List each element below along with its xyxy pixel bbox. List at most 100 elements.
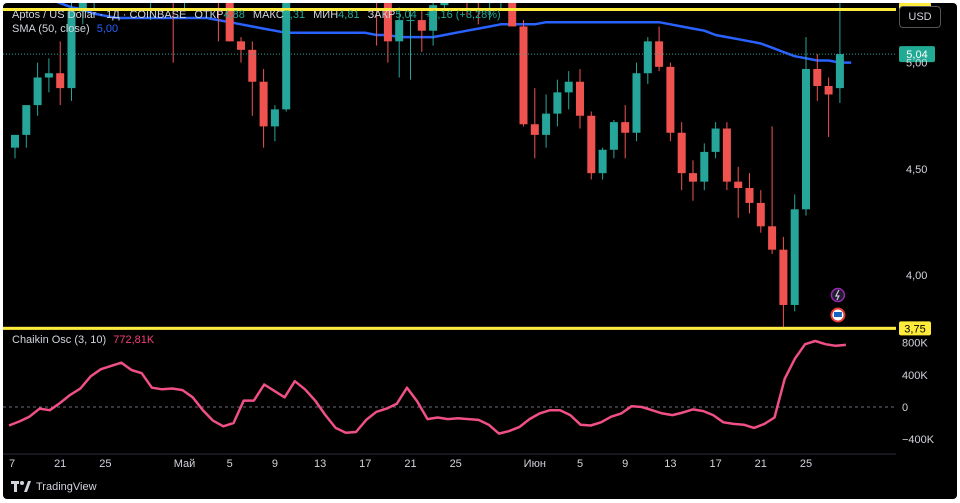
candle-body: [530, 124, 539, 135]
candle-body: [790, 209, 799, 305]
time-axis-tick-label: 25: [800, 458, 812, 470]
oscillator-axis-tick-label: 400K: [902, 370, 928, 382]
candle[interactable]: [248, 41, 257, 116]
candle-body: [722, 128, 731, 182]
candle[interactable]: [598, 147, 607, 180]
candle[interactable]: [11, 134, 19, 159]
candle-body: [519, 26, 528, 125]
price-axis-tick-label: 5,00: [906, 58, 927, 70]
price-axis-tick-label: 4,00: [906, 270, 927, 282]
candle[interactable]: [530, 88, 539, 159]
candle-body: [745, 188, 754, 203]
candle-body: [33, 77, 42, 106]
candle[interactable]: [587, 111, 596, 180]
time-axis-tick-label: 5: [577, 458, 583, 470]
candle[interactable]: [689, 160, 697, 201]
candle[interactable]: [835, 3, 844, 103]
time-axis-tick-label: 17: [359, 458, 371, 470]
candle-body: [22, 105, 31, 135]
lightning-event-icon[interactable]: [830, 287, 846, 303]
candle[interactable]: [609, 120, 618, 159]
candle[interactable]: [677, 122, 686, 191]
candle-body: [802, 68, 810, 210]
candle[interactable]: [576, 68, 584, 129]
candle[interactable]: [259, 68, 268, 148]
candle-body: [508, 3, 517, 27]
candle[interactable]: [722, 122, 731, 191]
candle-body: [395, 20, 404, 42]
candle[interactable]: [666, 62, 675, 142]
time-axis-tick-label: Июн: [524, 458, 546, 470]
time-axis-tick-label: 9: [272, 458, 278, 470]
candle-body: [756, 202, 765, 227]
candle-body: [576, 81, 584, 116]
candle[interactable]: [632, 62, 641, 142]
time-axis-tick-label: 25: [99, 458, 111, 470]
candle-body: [666, 66, 675, 133]
candle-body: [621, 122, 630, 133]
candle[interactable]: [542, 94, 551, 148]
candle[interactable]: [655, 26, 664, 72]
open-label: ОТКР: [194, 9, 224, 21]
osc-legend[interactable]: Chaikin Osc (3, 10) 772,81K: [12, 334, 154, 346]
chaikin-oscillator-line[interactable]: [8, 339, 847, 435]
low-value: 4,81: [338, 9, 360, 21]
time-axis-tick-label: 5: [227, 458, 233, 470]
brand-name: TradingView: [36, 481, 97, 493]
candle[interactable]: [643, 37, 652, 84]
candle-body: [768, 226, 777, 250]
candle[interactable]: [802, 37, 810, 216]
candle-body: [44, 73, 53, 78]
sma-value: 5,00: [96, 23, 119, 35]
change-value: +0,16 (+3,28%): [424, 9, 501, 21]
candle[interactable]: [700, 143, 709, 191]
high-value: 5,31: [283, 9, 306, 21]
candle[interactable]: [22, 105, 31, 148]
candle-body: [237, 41, 245, 50]
candle[interactable]: [621, 105, 630, 159]
candle-body: [632, 73, 641, 133]
candle[interactable]: [56, 41, 65, 106]
osc-value: 772,81K: [113, 334, 155, 346]
candle-body: [270, 109, 279, 127]
candle-body: [56, 73, 65, 89]
candle[interactable]: [33, 62, 42, 116]
candle-body: [734, 181, 743, 189]
candle[interactable]: [756, 190, 765, 233]
level-price-label: 3,75: [904, 323, 925, 335]
sma-legend[interactable]: SMA (50, close) 5,00: [12, 23, 118, 35]
candle[interactable]: [734, 166, 743, 218]
currency-button[interactable]: USD: [899, 6, 941, 28]
high-label: МАКС: [252, 9, 284, 21]
candle[interactable]: [790, 194, 799, 312]
candle[interactable]: [711, 122, 720, 159]
candle[interactable]: [768, 126, 777, 254]
candle[interactable]: [824, 77, 833, 138]
brand-logo[interactable]: TradingView: [11, 481, 97, 493]
symbol-legend[interactable]: Aptos / US Dollar · 1Д · COINBASE ОТКР4,…: [12, 9, 501, 21]
candle[interactable]: [519, 20, 528, 127]
candle[interactable]: [508, 3, 517, 27]
low-label: МИН: [313, 9, 339, 21]
screenshot-frame: 5,253,755,04 6,005,505,004,504,00800K400…: [0, 0, 960, 503]
time-axis-tick-label: 21: [755, 458, 767, 470]
time-axis-tick-label: 13: [314, 458, 326, 470]
candle[interactable]: [44, 58, 53, 93]
candle[interactable]: [553, 79, 562, 127]
oscillator-axis-tick-label: −400K: [902, 434, 935, 446]
candle[interactable]: [270, 105, 279, 142]
candle[interactable]: [237, 37, 245, 63]
candle[interactable]: [564, 71, 573, 110]
candle-body: [824, 85, 833, 95]
candle-body: [655, 41, 664, 67]
candle-body: [440, 3, 449, 6]
candle-body: [553, 92, 562, 114]
candle-body: [677, 132, 686, 174]
candle-body: [248, 49, 257, 82]
candle[interactable]: [779, 236, 788, 329]
price-chart[interactable]: 5,253,755,04 6,005,505,004,504,00800K400…: [3, 3, 957, 499]
open-value: 4,88: [223, 9, 245, 21]
candle[interactable]: [745, 173, 754, 214]
time-axis-tick-label: Май: [174, 458, 196, 470]
time-axis-tick-label: 9: [622, 458, 628, 470]
